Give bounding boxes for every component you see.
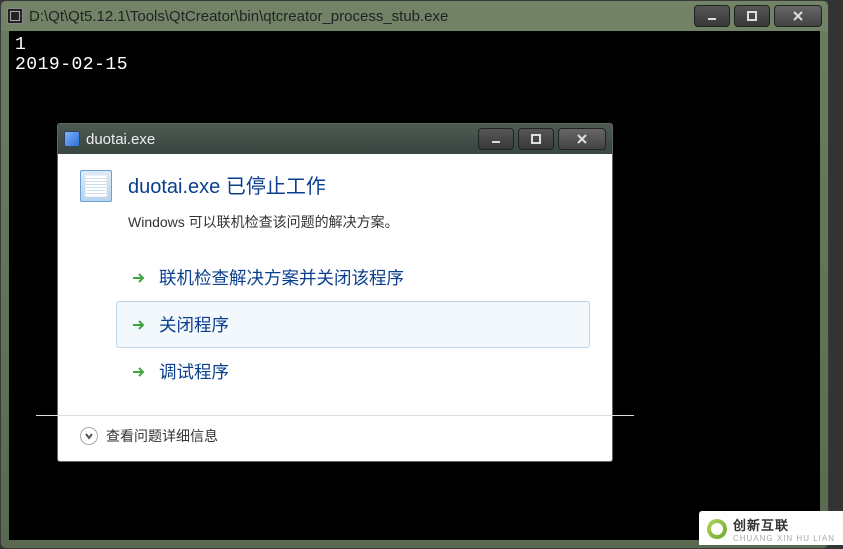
maximize-icon <box>746 10 758 22</box>
console-line: 2019-02-15 <box>15 55 814 75</box>
close-icon <box>576 133 588 145</box>
action-close-program[interactable]: 关闭程序 <box>116 301 590 348</box>
dialog-window-buttons <box>478 128 606 150</box>
watermark-logo-icon <box>707 519 727 539</box>
dialog-headline: duotai.exe 已停止工作 <box>128 170 326 199</box>
chevron-down-icon <box>80 427 98 445</box>
arrow-right-icon <box>129 269 147 287</box>
window-buttons <box>694 5 822 27</box>
minimize-icon <box>706 10 718 22</box>
action-check-online[interactable]: 联机检查解决方案并关闭该程序 <box>116 254 590 301</box>
minimize-button[interactable] <box>694 5 730 27</box>
dialog-headline-row: duotai.exe 已停止工作 <box>80 170 590 202</box>
arrow-right-icon <box>129 316 147 334</box>
dialog-title: duotai.exe <box>86 131 472 148</box>
arrow-right-icon <box>129 363 147 381</box>
crash-dialog: duotai.exe duotai.exe 已停止工作 Windows 可以联机… <box>57 123 613 462</box>
dialog-body: duotai.exe 已停止工作 Windows 可以联机检查该问题的解决方案。… <box>58 154 612 405</box>
maximize-icon <box>530 133 542 145</box>
app-icon <box>7 8 23 24</box>
dialog-subtext: Windows 可以联机检查该问题的解决方案。 <box>128 212 590 232</box>
minimize-button[interactable] <box>478 128 514 150</box>
console-line: 1 <box>15 35 814 55</box>
close-button[interactable] <box>558 128 606 150</box>
maximize-button[interactable] <box>734 5 770 27</box>
watermark-text: 创新互联 CHUANG XIN HU LIAN <box>733 515 835 543</box>
watermark-py: CHUANG XIN HU LIAN <box>733 534 835 543</box>
app-icon <box>64 131 80 147</box>
console-titlebar[interactable]: D:\Qt\Qt5.12.1\Tools\QtCreator\bin\qtcre… <box>1 1 828 31</box>
dialog-actions: 联机检查解决方案并关闭该程序 关闭程序 调试程序 <box>116 254 590 395</box>
view-details[interactable]: 查看问题详细信息 <box>58 416 612 446</box>
watermark-cn: 创新互联 <box>733 515 835 534</box>
minimize-icon <box>490 133 502 145</box>
dialog-titlebar[interactable]: duotai.exe <box>58 124 612 154</box>
action-label: 关闭程序 <box>159 312 229 337</box>
action-label: 联机检查解决方案并关闭该程序 <box>159 265 404 290</box>
close-button[interactable] <box>774 5 822 27</box>
close-icon <box>792 10 804 22</box>
maximize-button[interactable] <box>518 128 554 150</box>
action-debug-program[interactable]: 调试程序 <box>116 348 590 395</box>
watermark: 创新互联 CHUANG XIN HU LIAN <box>699 511 843 545</box>
crashed-app-icon <box>80 170 112 202</box>
details-label: 查看问题详细信息 <box>106 426 218 446</box>
console-title: D:\Qt\Qt5.12.1\Tools\QtCreator\bin\qtcre… <box>29 8 688 25</box>
action-label: 调试程序 <box>159 359 229 384</box>
